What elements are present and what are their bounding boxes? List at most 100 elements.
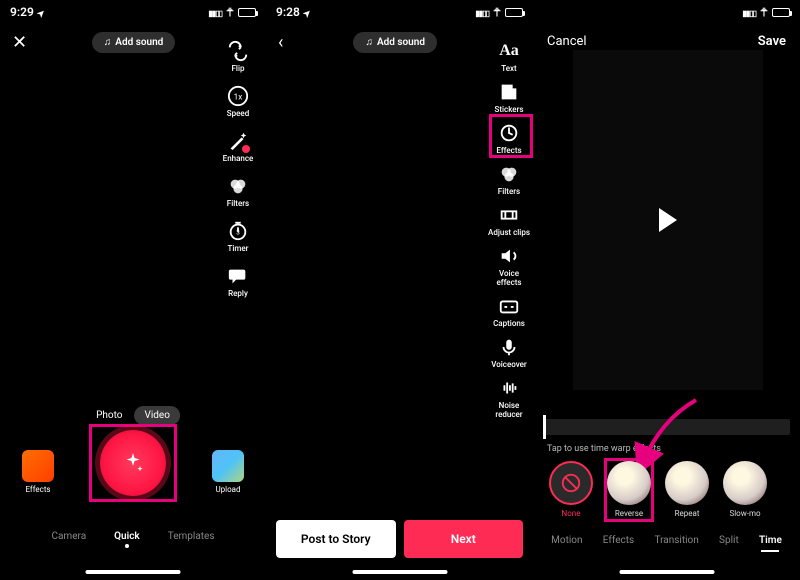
enhance-icon xyxy=(227,130,249,152)
post-to-story-button[interactable]: Post to Story xyxy=(276,520,396,558)
noise-tool[interactable]: Noise reducer xyxy=(487,377,531,419)
mode-video[interactable]: Video xyxy=(134,406,179,425)
voiceover-label: Voiceover xyxy=(491,360,527,369)
filters-tool[interactable]: Filters xyxy=(487,163,531,196)
wifi-icon xyxy=(492,5,502,20)
signal-icon xyxy=(475,5,489,19)
cat-effects[interactable]: Effects xyxy=(601,531,636,550)
cancel-button[interactable]: Cancel xyxy=(547,34,587,49)
home-indicator xyxy=(619,570,714,574)
side-toolbar: Flip 1x Speed Enhance Filters 3 Timer Re… xyxy=(216,40,260,298)
filters-icon xyxy=(498,163,520,185)
text-label: Text xyxy=(501,64,516,73)
flip-tool[interactable]: Flip xyxy=(216,40,260,73)
effect-repeat[interactable]: Repeat xyxy=(665,461,709,518)
cat-split[interactable]: Split xyxy=(717,531,741,550)
add-sound-label: Add sound xyxy=(115,37,163,48)
voice-label: Voice effects xyxy=(487,269,531,287)
add-sound-label: Add sound xyxy=(377,37,425,48)
svg-text:1x: 1x xyxy=(234,93,243,103)
voice-effects-tool[interactable]: Voice effects xyxy=(487,245,531,287)
filters-tool[interactable]: Filters xyxy=(216,175,260,208)
location-icon xyxy=(304,5,312,19)
add-sound-button[interactable]: Add sound xyxy=(353,32,437,53)
close-icon[interactable]: ✕ xyxy=(12,32,27,53)
text-tool[interactable]: Aa Text xyxy=(487,40,531,73)
filters-label: Filters xyxy=(498,187,520,196)
battery-icon xyxy=(772,8,790,17)
signal-icon xyxy=(208,5,222,19)
tab-quick[interactable]: Quick xyxy=(114,531,140,542)
voiceover-tool[interactable]: Voiceover xyxy=(487,336,531,369)
effects-thumb-label: Effects xyxy=(25,485,50,494)
battery-icon xyxy=(238,8,256,17)
play-icon[interactable] xyxy=(659,208,677,232)
save-button[interactable]: Save xyxy=(758,34,786,49)
enhance-label: Enhance xyxy=(223,154,254,163)
effects-button[interactable]: Effects xyxy=(22,450,54,494)
location-icon xyxy=(38,5,46,19)
captions-tool[interactable]: Captions xyxy=(487,295,531,328)
svg-text:3: 3 xyxy=(236,229,240,237)
effect-slowmo-label: Slow-mo xyxy=(729,509,760,518)
status-bar: 9:28 xyxy=(266,0,533,24)
adjust-clips-tool[interactable]: Adjust clips xyxy=(487,204,531,237)
voiceover-icon xyxy=(498,336,520,358)
reply-tool[interactable]: Reply xyxy=(216,265,260,298)
edit-side-toolbar: Aa Text Stickers Effects Filters Adjust … xyxy=(487,40,531,419)
cat-motion[interactable]: Motion xyxy=(549,531,584,550)
cat-time[interactable]: Time xyxy=(757,531,784,550)
enhance-tool[interactable]: Enhance xyxy=(216,130,260,163)
text-icon: Aa xyxy=(498,40,520,62)
flip-icon xyxy=(227,40,249,62)
stickers-tool[interactable]: Stickers xyxy=(487,81,531,114)
back-icon[interactable]: ‹ xyxy=(278,32,283,53)
highlight-effects xyxy=(489,114,533,158)
timeline-cursor[interactable] xyxy=(543,415,546,439)
filters-icon xyxy=(227,175,249,197)
home-indicator xyxy=(352,570,447,574)
reply-label: Reply xyxy=(228,289,248,298)
adjust-clips-icon xyxy=(498,204,520,226)
timer-label: Timer xyxy=(228,244,249,253)
filters-label: Filters xyxy=(227,199,249,208)
none-icon xyxy=(549,461,593,505)
effect-slowmo[interactable]: Slow-mo xyxy=(723,461,767,518)
adjust-label: Adjust clips xyxy=(488,228,530,237)
flip-label: Flip xyxy=(232,64,245,73)
highlight-reverse xyxy=(604,458,654,522)
hint-text: Tap to use time warp effects xyxy=(547,444,661,454)
signal-icon xyxy=(742,5,756,19)
time-effects-screen: Cancel Save Tap to use time warp effects… xyxy=(533,0,800,580)
mode-photo[interactable]: Photo xyxy=(86,406,132,425)
tab-templates[interactable]: Templates xyxy=(168,531,215,542)
next-button[interactable]: Next xyxy=(404,520,524,558)
mode-switch: Photo Video xyxy=(86,406,180,425)
effect-none[interactable]: None xyxy=(549,461,593,518)
effect-row: None Reverse Repeat Slow-mo xyxy=(533,461,800,518)
tab-camera[interactable]: Camera xyxy=(51,531,86,542)
noise-icon xyxy=(498,377,520,399)
battery-icon xyxy=(505,8,523,17)
timer-icon: 3 xyxy=(227,220,249,242)
speed-icon: 1x xyxy=(227,85,249,107)
effects-thumb-icon xyxy=(22,450,54,482)
add-sound-button[interactable]: Add sound xyxy=(92,32,176,53)
speed-tool[interactable]: 1x Speed xyxy=(216,85,260,118)
effect-none-label: None xyxy=(562,509,581,518)
stickers-label: Stickers xyxy=(494,105,523,114)
timer-tool[interactable]: 3 Timer xyxy=(216,220,260,253)
video-preview[interactable] xyxy=(573,50,763,390)
effect-repeat-label: Repeat xyxy=(675,509,700,518)
cat-transition[interactable]: Transition xyxy=(652,531,700,550)
home-indicator xyxy=(86,570,181,574)
stickers-icon xyxy=(498,81,520,103)
record-button[interactable] xyxy=(100,430,166,496)
edit-screen: 9:28 ‹ Add sound Aa Text Stickers Effect… xyxy=(266,0,533,580)
timeline[interactable] xyxy=(543,419,790,435)
sparkle-icon xyxy=(120,450,146,476)
upload-button[interactable]: Upload xyxy=(212,450,244,494)
speed-label: Speed xyxy=(227,109,249,118)
voice-effects-icon xyxy=(498,245,520,267)
status-bar xyxy=(533,0,800,24)
